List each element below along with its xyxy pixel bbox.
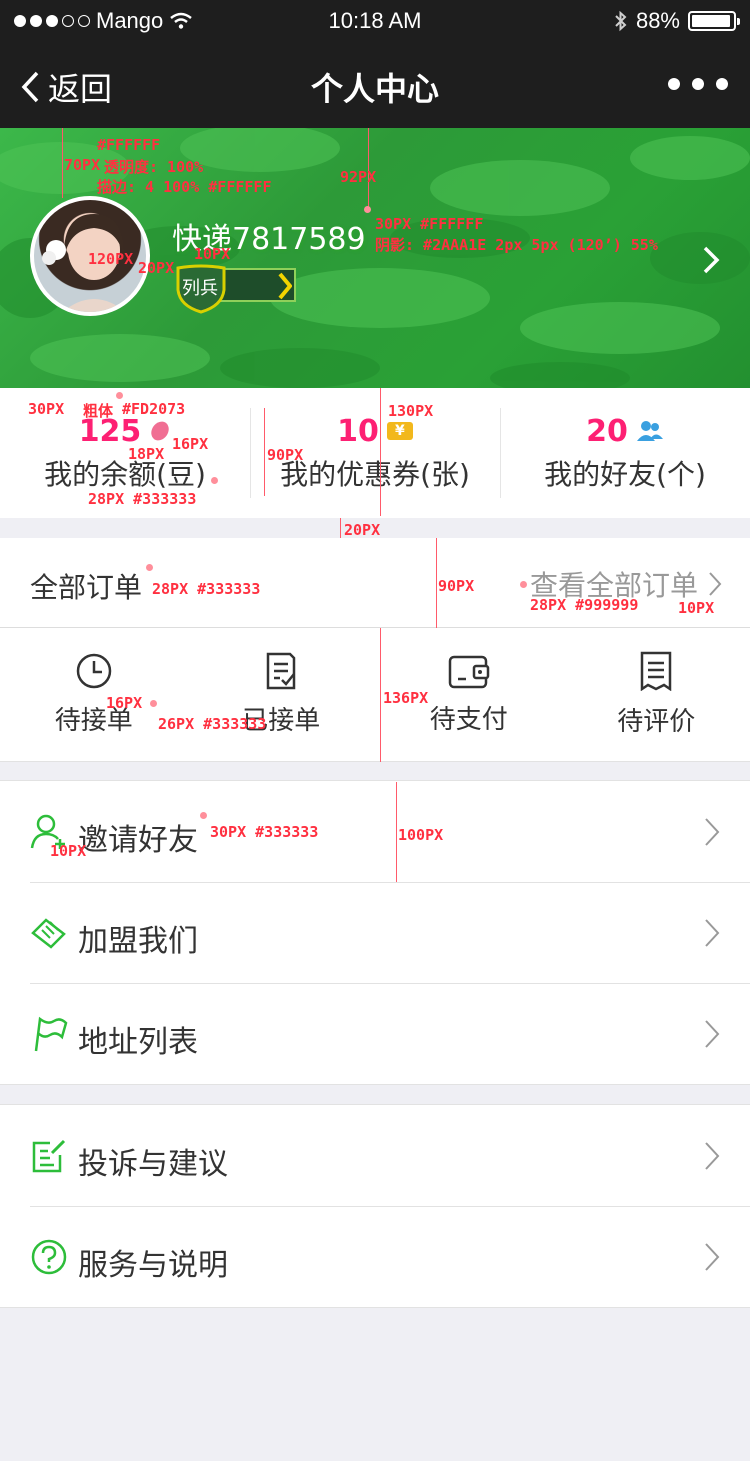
battery-percent: 88% — [635, 8, 680, 33]
annotation-label: 70PX — [64, 156, 101, 174]
rank-badge: 列兵 — [172, 264, 298, 314]
page-title: 个人中心 — [310, 70, 439, 108]
annotation-label: 30PX — [28, 400, 65, 418]
stat-balance-label: 我的余额(豆) — [44, 457, 206, 491]
annotation-label: #FFFFFF — [97, 136, 161, 154]
annotation-label: 28PX #333333 — [88, 490, 197, 508]
annotation-label: 10PX — [194, 245, 231, 263]
orders-header: 全部订单 查看全部订单 — [0, 538, 750, 628]
battery-icon — [688, 11, 740, 31]
bluetooth-icon — [615, 10, 627, 32]
chevron-right-icon — [705, 1243, 720, 1271]
annotation-label: 136PX — [383, 689, 429, 707]
order-pending-payment-label: 待支付 — [429, 705, 508, 735]
menu-item-invite-friends-label: 邀请好友 — [78, 823, 198, 858]
order-pending-review-label: 待评价 — [617, 707, 696, 737]
chevron-right-icon — [705, 1142, 720, 1170]
order-accepted[interactable]: 已接单 — [188, 628, 376, 761]
wallet-icon — [448, 655, 489, 689]
annotation-label: 20PX — [138, 259, 175, 277]
status-right: 88% — [614, 8, 740, 34]
annotation-marker — [211, 477, 218, 484]
annotation-label: 28PX #333333 — [152, 580, 261, 598]
chevron-right-icon — [709, 572, 722, 596]
annotation-label: 描边: 4 100% #FFFFFF — [97, 178, 272, 196]
annotation-label: 16PX — [172, 435, 209, 453]
annotation-label: 16PX — [106, 694, 143, 712]
menu-item-join-us[interactable]: 加盟我们 — [0, 882, 750, 983]
annotation-marker — [364, 206, 371, 213]
menu-item-feedback[interactable]: 投诉与建议 — [0, 1105, 750, 1206]
annotation-label: 100PX — [398, 826, 444, 844]
annotation-label: 10PX — [678, 599, 715, 617]
edit-icon — [32, 1139, 66, 1173]
rank-arrow-icon — [278, 272, 292, 300]
menu-item-service-info[interactable]: 服务与说明 — [0, 1206, 750, 1307]
annotation-guide — [396, 782, 397, 882]
annotation-marker — [116, 392, 123, 399]
flag-icon — [34, 1016, 68, 1052]
status-bar: Mango 10:18 AM 88% — [0, 0, 750, 42]
annotation-label: 10PX — [50, 842, 87, 860]
stat-friends-value-row: 20 — [586, 414, 664, 449]
bean-icon — [151, 421, 170, 441]
annotation-marker — [520, 581, 527, 588]
order-pending-accept[interactable]: 待接单 — [0, 628, 188, 761]
rank-label: 列兵 — [182, 278, 218, 299]
annotation-label: 90PX — [438, 577, 475, 595]
annotation-label: 30PX #333333 — [210, 823, 319, 841]
annotation-label: 26PX #333333 — [158, 715, 267, 733]
menu-item-invite-friends[interactable]: 邀请好友 — [0, 781, 750, 882]
checklist-icon — [267, 652, 296, 690]
annotation-label: 28PX #999999 — [530, 596, 639, 614]
menu-group-2: 投诉与建议 服务与说明 — [0, 1104, 750, 1308]
receipt-icon — [641, 651, 672, 691]
annotation-label: 90PX — [267, 446, 304, 464]
annotation-guide — [340, 518, 341, 538]
annotation-label: #FD2073 — [122, 400, 186, 418]
annotation-label: 阴影: #2AAA1E 2px 5px (120’) 55% — [375, 236, 658, 254]
annotation-label: 120PX — [88, 250, 134, 268]
chevron-right-icon — [705, 818, 720, 846]
order-pending-review[interactable]: 待评价 — [563, 628, 750, 761]
annotation-guide — [380, 388, 381, 516]
menu-item-address-list[interactable]: 地址列表 — [0, 983, 750, 1084]
menu-item-service-info-label: 服务与说明 — [78, 1248, 228, 1283]
chevron-right-icon — [705, 919, 720, 947]
help-icon — [31, 1239, 67, 1275]
nav-bar: 返回 个人中心 — [0, 42, 750, 128]
annotation-marker — [146, 564, 153, 571]
annotation-guide — [380, 628, 381, 762]
annotation-label: 130PX — [388, 402, 434, 420]
orders-title: 全部订单 — [30, 571, 143, 604]
menu-group-1: 邀请好友 加盟我们 地址列表 — [0, 780, 750, 1085]
chevron-right-icon[interactable] — [702, 245, 720, 275]
annotation-label: 30PX #FFFFFF — [375, 215, 484, 233]
chevron-right-icon — [705, 1020, 720, 1048]
menu-item-feedback-label: 投诉与建议 — [78, 1147, 228, 1182]
more-options-button[interactable] — [668, 78, 728, 90]
menu-item-join-us-label: 加盟我们 — [78, 924, 198, 959]
menu-item-address-list-label: 地址列表 — [78, 1025, 198, 1060]
annotation-guide — [62, 128, 63, 198]
clock-icon — [76, 653, 111, 689]
stat-friends[interactable]: 20 我的好友(个) — [500, 388, 750, 518]
annotation-label: 20PX — [344, 521, 381, 539]
annotation-label: 92PX — [340, 168, 377, 186]
annotation-label: 粗体 — [83, 402, 114, 420]
handshake-icon — [31, 918, 66, 949]
annotation-label: 18PX — [128, 445, 165, 463]
annotation-marker — [200, 812, 207, 819]
annotation-guide — [264, 408, 265, 496]
stat-coupons-label: 我的优惠券(张) — [280, 457, 470, 491]
coupon-icon: ¥ — [386, 422, 413, 440]
annotation-label: 透明度: 100% — [104, 158, 204, 176]
friends-icon — [636, 421, 663, 441]
annotation-guide — [436, 538, 437, 628]
stat-friends-value: 20 — [586, 413, 628, 449]
stat-friends-label: 我的好友(个) — [544, 457, 706, 491]
annotation-marker — [150, 700, 157, 707]
stat-coupons-value: 10 — [337, 413, 379, 449]
